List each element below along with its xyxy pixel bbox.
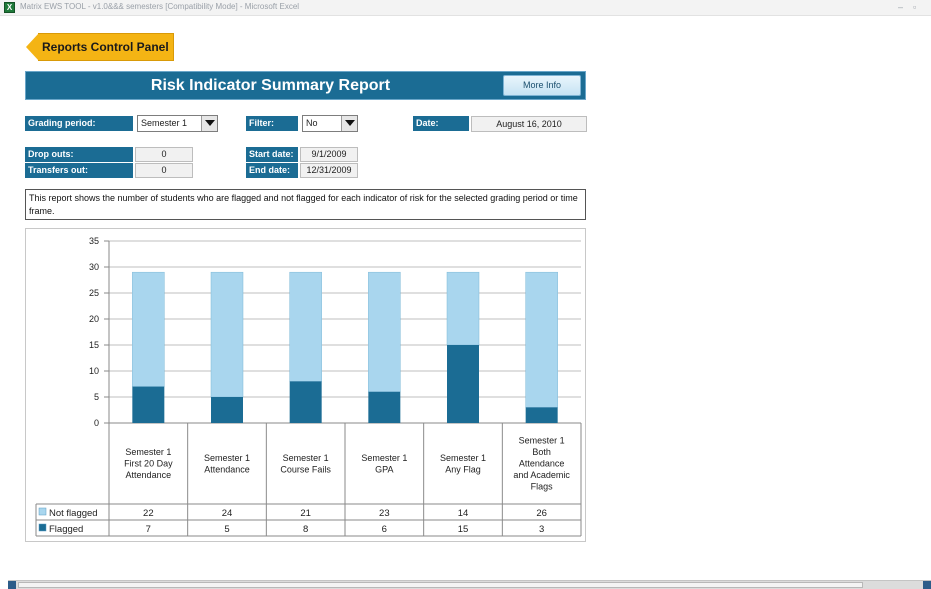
data-label: 22 — [143, 508, 154, 519]
grading-period-value: Semester 1 — [141, 118, 188, 128]
grading-period-select[interactable]: Semester 1 — [137, 115, 218, 132]
category-label: Course Fails — [280, 464, 331, 474]
data-label: 8 — [303, 524, 308, 535]
category-label: Any Flag — [445, 464, 481, 474]
drop-outs-value: 0 — [135, 147, 193, 162]
data-label: 24 — [222, 508, 233, 519]
bar-not-flagged — [132, 271, 165, 387]
window-titlebar: X Matrix EWS TOOL - v1.0&&& semesters [C… — [0, 0, 931, 16]
y-tick-label: 35 — [89, 236, 99, 246]
chevron-down-icon — [345, 120, 355, 126]
date-label: Date: — [413, 116, 469, 131]
category-label: Attendance — [519, 459, 565, 469]
end-date-label: End date: — [246, 163, 298, 178]
data-label: 14 — [458, 508, 469, 519]
legend-label: Flagged — [49, 524, 83, 535]
category-label: Semester 1 — [283, 453, 329, 463]
filter-value: No — [306, 118, 318, 128]
scrollbar-thumb[interactable] — [18, 582, 863, 588]
category-label: Attendance — [204, 464, 250, 474]
risk-indicator-chart: 0 5 10 15 20 25 30 35 Semester 1 First 20 Day Atte… — [25, 228, 586, 542]
data-label: 23 — [379, 508, 390, 519]
filter-select[interactable]: No — [302, 115, 358, 132]
bar-flagged — [368, 391, 401, 423]
minimize-icon[interactable]: – — [898, 2, 903, 12]
data-label: 5 — [224, 524, 229, 535]
category-label: First 20 Day — [124, 459, 173, 469]
y-tick-label: 10 — [89, 366, 99, 376]
bar-flagged — [211, 397, 243, 423]
y-tick-label: 0 — [94, 418, 99, 428]
start-date-value: 9/1/2009 — [300, 147, 358, 162]
y-tick-label: 20 — [89, 314, 99, 324]
filter-dropdown-button[interactable] — [341, 116, 357, 131]
category-label: Semester 1 — [361, 453, 407, 463]
bar-flagged — [289, 381, 322, 423]
start-date-label: Start date: — [246, 147, 298, 162]
horizontal-scrollbar[interactable] — [8, 580, 931, 589]
y-tick-label: 5 — [94, 392, 99, 402]
category-label: Semester 1 — [204, 453, 250, 463]
transfers-out-value: 0 — [135, 163, 193, 178]
chevron-down-icon — [205, 120, 215, 126]
bar-not-flagged — [525, 271, 558, 408]
bar-flagged — [447, 345, 479, 423]
bar-flagged — [525, 407, 558, 423]
legend-swatch — [38, 523, 47, 532]
data-label: 26 — [536, 508, 547, 519]
excel-icon: X — [4, 2, 15, 13]
date-value: August 16, 2010 — [471, 116, 587, 132]
bar-flagged — [132, 386, 165, 423]
transfers-out-label: Transfers out: — [25, 163, 133, 178]
reports-control-panel-label[interactable]: Reports Control Panel — [38, 33, 174, 61]
bar-not-flagged — [446, 271, 480, 346]
category-label: Flags — [531, 482, 554, 492]
report-description: This report shows the number of students… — [25, 189, 586, 220]
grading-period-dropdown-button[interactable] — [201, 116, 217, 131]
category-label: Semester 1 — [125, 447, 171, 457]
category-label: Both — [532, 447, 551, 457]
y-tick-label: 25 — [89, 288, 99, 298]
category-label: Semester 1 — [519, 436, 565, 446]
scroll-left-icon[interactable] — [8, 581, 16, 589]
data-label: 6 — [382, 524, 387, 535]
y-tick-label: 15 — [89, 340, 99, 350]
end-date-value: 12/31/2009 — [300, 163, 358, 178]
chart-svg: 05101520253035Semester 1First 20 DayAtte… — [35, 236, 582, 537]
bar-not-flagged — [289, 271, 322, 382]
restore-icon[interactable]: ▫ — [913, 2, 916, 12]
data-label: 3 — [539, 524, 544, 535]
page-title: Risk Indicator Summary Report — [150, 77, 391, 94]
filter-label: Filter: — [246, 116, 298, 131]
grading-period-label: Grading period: — [25, 116, 133, 131]
scroll-right-icon[interactable] — [923, 581, 931, 589]
category-label: and Academic — [513, 470, 570, 480]
category-label: Semester 1 — [440, 453, 486, 463]
data-label: 21 — [300, 508, 311, 519]
report-header: Risk Indicator Summary Report More Info — [25, 71, 586, 100]
data-label: 15 — [458, 524, 469, 535]
category-label: GPA — [375, 464, 393, 474]
category-label: Attendance — [126, 470, 172, 480]
legend-label: Not flagged — [49, 508, 98, 519]
bar-not-flagged — [368, 271, 401, 393]
window-title: Matrix EWS TOOL - v1.0&&& semesters [Com… — [20, 2, 300, 11]
y-tick-label: 30 — [89, 262, 99, 272]
drop-outs-label: Drop outs: — [25, 147, 133, 162]
legend-swatch — [38, 507, 47, 516]
reports-control-panel-button[interactable]: Reports Control Panel — [26, 33, 174, 61]
data-label: 7 — [146, 524, 151, 535]
more-info-button[interactable]: More Info — [503, 75, 581, 96]
bar-not-flagged — [210, 271, 244, 398]
